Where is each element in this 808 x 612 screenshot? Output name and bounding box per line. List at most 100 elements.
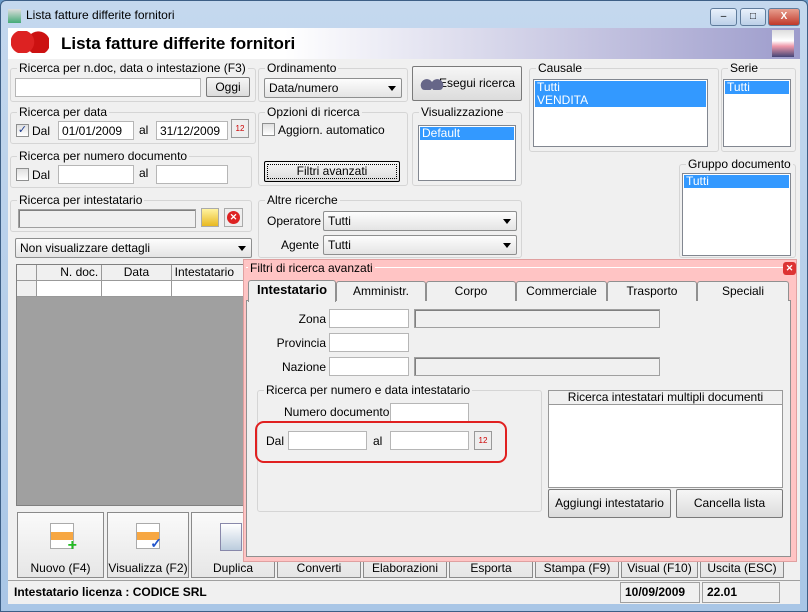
tab-trasporto[interactable]: Trasporto [607,281,697,301]
provincia-label: Provincia [276,336,326,350]
run-search-label: Esegui ricerca [438,76,515,90]
tab-amministr[interactable]: Amministr. [336,281,426,301]
to-label: al [373,434,383,448]
chevron-down-icon [238,246,246,251]
folder-icon[interactable] [201,208,219,227]
operator-select[interactable]: Tutti [323,211,517,231]
list-item[interactable]: Default [420,127,514,140]
provincia-input[interactable] [329,333,409,352]
doc-number-label: Numero documento : [284,405,397,419]
doc-number-input[interactable] [390,403,469,422]
maximize-button[interactable]: □ [740,8,766,26]
from-label: Dal [266,434,285,448]
new-button[interactable]: + Nuovo (F4) [17,512,104,578]
chevron-down-icon [503,243,511,248]
button-label: Nuovo (F4) [30,561,91,575]
agent-select[interactable]: Tutti [323,235,517,255]
date-to-input[interactable]: 31/12/2009 [156,121,228,140]
auto-update-checkbox[interactable] [262,123,275,136]
strawberry-icon [11,31,49,53]
list-item[interactable]: VENDITA [535,94,706,107]
number-from-input[interactable] [58,165,134,184]
grid-header[interactable] [17,265,37,280]
grid-header[interactable]: Data [102,265,172,280]
group-label: Ordinamento [265,61,339,75]
button-label: Uscita (ESC) [707,561,777,575]
documents-grid[interactable]: N. doc. Data Intestatario [16,264,246,506]
button-label: Visual (F10) [627,561,692,575]
grid-header[interactable]: Intestatario [172,265,245,280]
chevron-down-icon [503,219,511,224]
table-row[interactable] [17,281,245,297]
license-status: Intestatario licenza : CODICE SRL [14,585,207,599]
close-panel-icon[interactable]: ✕ [783,262,796,275]
group-label: Ricerca per intestatario [17,193,145,207]
clear-list-button[interactable]: Cancella lista [676,489,783,518]
tab-commerciale[interactable]: Commerciale [516,281,607,301]
tab-corpo[interactable]: Corpo [426,281,516,301]
date-to-input[interactable] [390,431,469,450]
details-value: Non visualizzare dettagli [20,241,151,255]
view-check-icon: ✓ [136,523,162,551]
details-select[interactable]: Non visualizzare dettagli [15,238,252,258]
button-label: Esporta [470,561,512,575]
button-label: Duplica [212,561,254,575]
nazione-input[interactable] [329,357,409,376]
group-label: Ricerca per numero e data intestatario [264,383,473,397]
from-label: Dal [32,124,51,138]
to-label: al [139,123,149,137]
group-label: Opzioni di ricerca [265,105,362,119]
run-search-button[interactable]: Esegui ricerca [412,66,522,101]
tab-intestatario[interactable]: Intestatario [248,280,336,302]
list-item[interactable]: Tutti [684,175,789,188]
tab-speciali[interactable]: Speciali [697,281,789,301]
button-label: Visualizza (F2) [108,561,188,575]
causale-list[interactable]: Tutti VENDITA [533,79,708,147]
to-label: al [139,166,149,180]
date-from-input[interactable]: 01/01/2009 [58,121,134,140]
serie-list[interactable]: Tutti [723,79,791,147]
group-label: Gruppo documento [686,157,793,171]
title-bar: Lista fatture differite fornitori [8,8,175,26]
calendar-icon[interactable]: 12 [474,431,492,450]
group-label: Ricerca per n.doc, data o intestazione (… [17,61,248,75]
page-title: Lista fatture differite fornitori [61,34,296,53]
agent-value: Tutti [328,238,351,252]
minimize-button[interactable]: – [710,8,737,26]
group-label: Serie [728,61,761,75]
clear-holder-button[interactable]: ✕ [224,208,243,227]
number-to-input[interactable] [156,165,228,184]
close-button[interactable]: X [768,8,800,26]
list-item[interactable]: Tutti [725,81,789,94]
nazione-description [414,357,660,376]
number-checkbox[interactable] [16,168,29,181]
gruppo-list[interactable]: Tutti [682,173,791,256]
date-from-input[interactable] [288,431,367,450]
binoculars-icon [419,78,445,90]
add-holder-button[interactable]: Aggiungi intestatario [548,489,671,518]
date-checkbox[interactable]: ✓ [16,124,29,137]
holder-input[interactable] [18,209,196,228]
zona-input[interactable] [329,309,409,328]
sorting-value: Data/numero [269,81,339,95]
multi-holder-list[interactable]: Ricerca intestatari multipli documenti [548,390,783,488]
delete-icon: ✕ [227,211,240,224]
status-date: 10/09/2009 [620,582,700,603]
operator-value: Tutti [328,214,351,228]
operator-label: Operatore : [267,214,328,228]
app-icon [8,8,21,23]
sorting-select[interactable]: Data/numero [264,78,402,98]
button-label: Converti [296,561,342,575]
today-button[interactable]: Oggi [206,77,250,97]
button-label: Stampa (F9) [543,561,611,575]
group-label: Visualizzazione [419,105,506,119]
panel-title: Filtri di ricerca avanzati [248,261,375,275]
calendar-icon[interactable]: 12 [231,119,249,138]
view-list[interactable]: Default [418,125,516,181]
grid-header[interactable]: N. doc. [37,265,103,280]
status-time: 22.01 [702,582,780,603]
search-input[interactable] [15,78,201,97]
view-button[interactable]: ✓ Visualizza (F2) [107,512,189,578]
advanced-filters-button[interactable]: Filtri avanzati [264,161,400,182]
users-icon [772,30,794,57]
